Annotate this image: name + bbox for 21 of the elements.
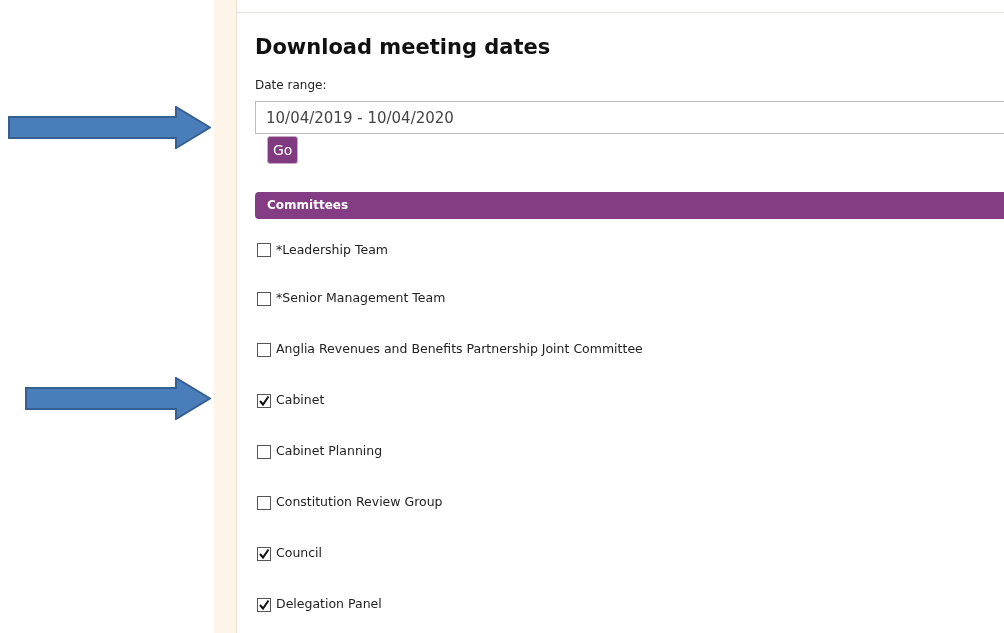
checkbox[interactable] [257,393,271,408]
checkbox[interactable] [257,342,271,357]
checkbox-label[interactable]: *Leadership Team [276,240,388,260]
checkbox[interactable] [257,243,271,258]
field-label: Date range: [255,77,327,95]
checkbox[interactable] [257,597,271,612]
checkbox-label[interactable]: *Senior Management Team [276,289,446,309]
checkbox-label[interactable]: Anglia Revenues and Benefits Partnership Joint Committee [276,340,643,360]
checkbox-label[interactable]: Constitution Review Group [276,493,443,513]
section-header: Committees [255,192,1004,220]
go-button[interactable]: Go [267,136,299,165]
checkbox[interactable] [257,444,271,459]
checkbox-label[interactable]: Cabinet Planning [276,442,383,462]
checkbox[interactable] [257,291,271,306]
checkbox[interactable] [257,546,271,561]
checkbox-label[interactable]: Delegation Panel [276,595,382,615]
checkbox-label[interactable]: Cabinet [276,391,325,411]
date-range-field[interactable]: 10/04/2019 - 10/04/2020 [255,101,1004,135]
page-title: Download meeting dates [255,35,552,61]
checkbox[interactable] [257,495,271,510]
checkbox-label[interactable]: Council [276,544,323,564]
